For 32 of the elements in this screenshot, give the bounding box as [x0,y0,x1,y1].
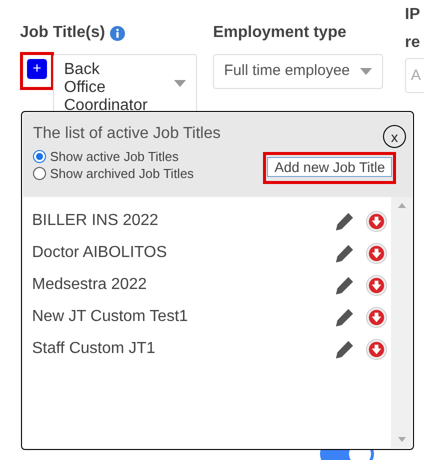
job-title-name: Doctor AIBOLITOS [32,243,168,263]
caret-icon [360,68,372,75]
download-icon[interactable] [366,274,387,296]
pencil-icon[interactable] [335,212,354,230]
pencil-icon[interactable] [335,308,354,326]
employment-type-select[interactable]: Full time employee [213,54,383,89]
radio-button[interactable] [33,167,46,180]
pencil-icon[interactable] [335,244,354,262]
field-label: Job Title(s) [20,23,106,43]
download-icon[interactable] [366,306,387,328]
popup-title: The list of active Job Titles [33,124,221,144]
radio-label: Show archived Job Titles [50,164,194,183]
field-label: re [404,33,422,53]
job-title-name: Medsestra 2022 [32,275,148,295]
select-field[interactable]: A [404,58,424,93]
pencil-icon[interactable] [335,340,354,358]
caret-icon [174,80,186,87]
pencil-icon[interactable] [335,276,354,294]
add-job-title-button[interactable]: Add new Job Title [267,157,392,177]
radio-label: Show active Job Titles [50,148,179,166]
info-icon[interactable] [110,26,126,40]
download-icon[interactable] [366,242,387,264]
job-title-name: Staff Custom JT1 [32,339,156,359]
radio-button[interactable] [33,150,46,163]
add-button[interactable]: + [27,59,47,79]
job-title-name: New JT Custom Test1 [32,307,189,327]
field-label: Employment type [213,23,346,43]
field-label: IP [404,5,422,25]
job-title-name: BILLER INS 2022 [32,211,160,231]
close-button[interactable]: x [383,125,406,148]
download-icon[interactable] [366,338,387,360]
download-icon[interactable] [366,210,387,232]
